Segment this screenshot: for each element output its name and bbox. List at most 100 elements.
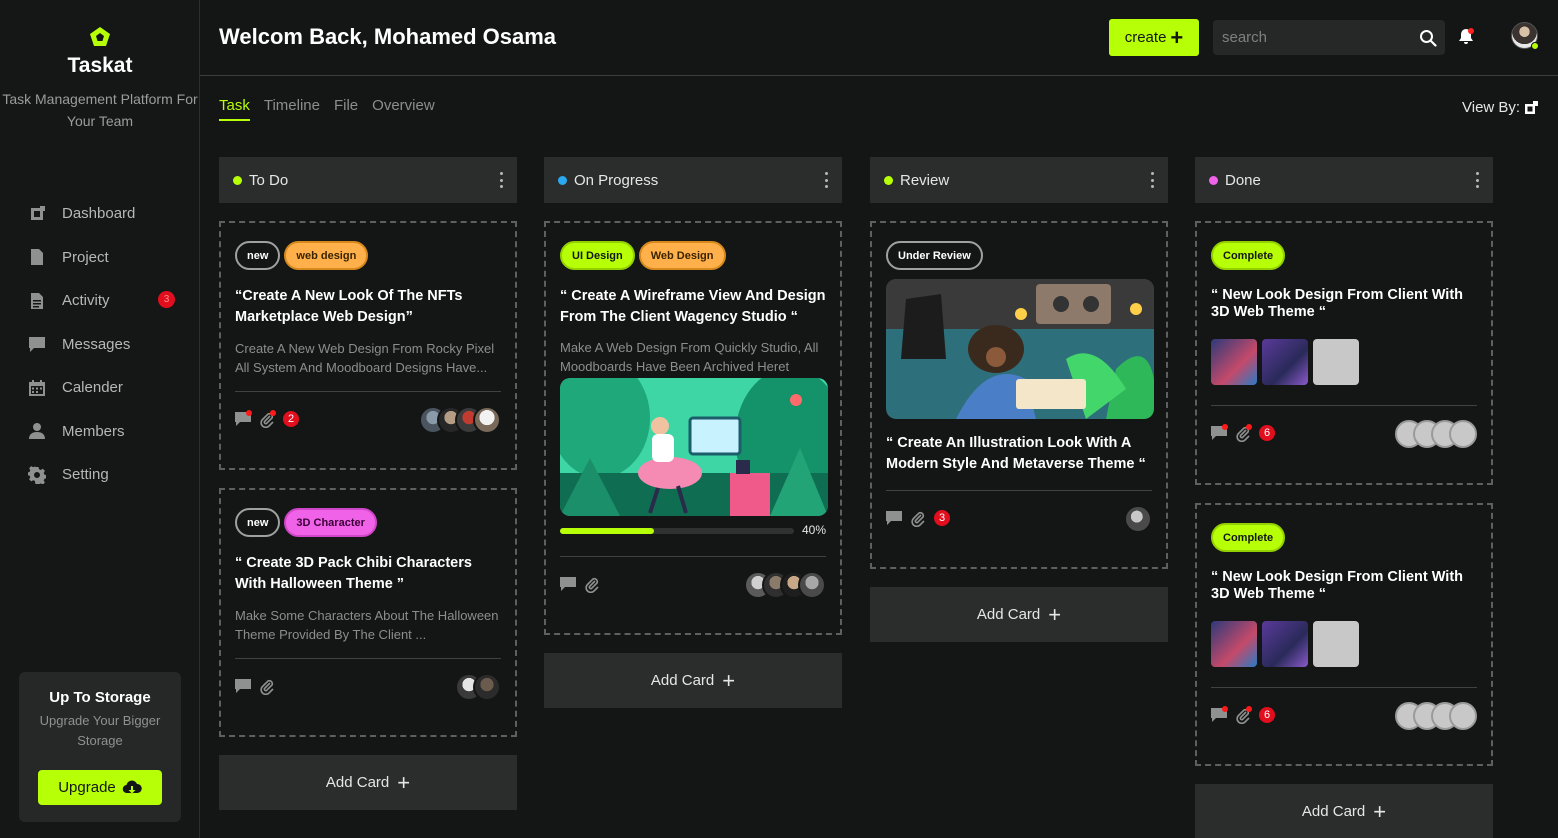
plus-icon: + <box>1373 798 1387 824</box>
attachment-thumbnails <box>1211 621 1477 667</box>
task-card[interactable]: UI Design Web Design “ Create A Wirefram… <box>544 221 842 635</box>
card-description: Make A Web Design From Quickly Studio, A… <box>560 340 819 374</box>
calendar-icon <box>29 379 45 396</box>
avatar[interactable] <box>473 673 501 701</box>
card-footer <box>560 557 826 611</box>
thumbnail-placeholder[interactable] <box>1313 621 1359 667</box>
card-footer: 2 <box>235 392 501 446</box>
notification-dot <box>1468 28 1474 34</box>
sidebar-item-members[interactable]: Members <box>0 410 200 454</box>
thumbnail-placeholder[interactable] <box>1313 339 1359 385</box>
wireframe-illustration-image <box>560 378 828 516</box>
sidebar-item-label: Members <box>62 422 125 440</box>
column-title: Done <box>1225 171 1261 189</box>
task-card[interactable]: Complete “ New Look Design From Client W… <box>1195 221 1493 485</box>
card-title: “ Create 3D Pack Chibi Characters With H… <box>235 555 472 592</box>
tag-3d-character: 3D Character <box>284 508 377 537</box>
comment-icon[interactable] <box>886 511 902 526</box>
count-badge: 2 <box>283 411 299 427</box>
comment-icon[interactable] <box>235 679 251 694</box>
attachment-thumbnails <box>1211 339 1477 385</box>
status-dot <box>1209 175 1218 185</box>
tab-file[interactable]: File <box>334 97 358 121</box>
tag-list: Complete <box>1211 241 1477 270</box>
avatar[interactable] <box>1124 505 1152 533</box>
sidebar-item-label: Calender <box>62 379 123 397</box>
more-options-icon[interactable] <box>1471 171 1483 189</box>
sidebar-item-messages[interactable]: Messages <box>0 323 200 367</box>
paperclip-icon[interactable] <box>260 679 275 695</box>
paperclip-icon[interactable] <box>911 511 926 527</box>
count-badge: 3 <box>934 510 950 526</box>
pentagon-logo-icon <box>90 27 110 46</box>
tab-overview[interactable]: Overview <box>372 97 435 121</box>
task-card[interactable]: new web design “Create A New Look Of The… <box>219 221 517 470</box>
tag-ui-design: UI Design <box>560 241 635 270</box>
card-footer: 6 <box>1211 406 1477 460</box>
more-options-icon[interactable] <box>495 171 507 189</box>
sidebar-item-dashboard[interactable]: Dashboard <box>0 192 200 236</box>
thumbnail-image[interactable] <box>1211 621 1257 667</box>
add-card-button[interactable]: Add Card + <box>544 653 842 708</box>
avatar[interactable] <box>1449 420 1477 448</box>
user-icon <box>29 423 45 440</box>
tag-web-design: web design <box>284 241 369 270</box>
column-header-todo: To Do <box>219 157 517 203</box>
sidebar-item-activity[interactable]: Activity 3 <box>0 279 200 323</box>
plus-icon: + <box>397 769 411 795</box>
thumbnail-image[interactable] <box>1211 339 1257 385</box>
comment-dot <box>1222 424 1228 430</box>
view-by-toggle[interactable]: View By: <box>1462 99 1539 116</box>
tag-complete: Complete <box>1211 523 1286 552</box>
comment-icon[interactable] <box>560 577 576 592</box>
avatar[interactable] <box>473 406 501 434</box>
sidebar-item-setting[interactable]: Setting <box>0 453 200 497</box>
plus-icon: + <box>1170 24 1184 50</box>
card-footer: 3 <box>886 491 1152 545</box>
welcome-title: Welcom Back, Mohamed Osama <box>219 24 557 49</box>
sidebar-item-calender[interactable]: Calender <box>0 366 200 410</box>
tab-task[interactable]: Task <box>219 97 250 121</box>
thumbnail-image[interactable] <box>1262 621 1308 667</box>
top-header: Welcom Back, Mohamed Osama create + <box>200 0 1558 76</box>
add-card-button[interactable]: Add Card + <box>870 587 1168 642</box>
create-button[interactable]: create + <box>1109 19 1199 56</box>
online-status-dot <box>1531 42 1539 50</box>
member-avatars <box>1124 505 1152 533</box>
sidebar-item-label: Dashboard <box>62 205 136 223</box>
add-card-label: Add Card <box>650 672 715 689</box>
moon-icon[interactable] <box>1485 28 1501 44</box>
thumbnail-image[interactable] <box>1262 339 1308 385</box>
search-input[interactable] <box>1213 20 1418 55</box>
add-card-button[interactable]: Add Card + <box>219 755 517 810</box>
column-title: Review <box>900 171 950 189</box>
status-dot <box>558 175 567 185</box>
brand: Taskat Task Management Platform For Your… <box>0 26 200 132</box>
tab-timeline[interactable]: Timeline <box>264 97 320 121</box>
tag-new: new <box>235 241 281 270</box>
search-icon[interactable] <box>1419 29 1437 47</box>
card-title: “ Create A Wireframe View And Design Fro… <box>560 288 826 325</box>
task-card[interactable]: new 3D Character “ Create 3D Pack Chibi … <box>219 488 517 737</box>
task-card[interactable]: Complete “ New Look Design From Client W… <box>1195 503 1493 766</box>
dashboard-icon <box>31 205 45 220</box>
storage-title: Up To Storage <box>49 689 151 706</box>
task-card[interactable]: Under Review “ Create An Illustration Lo… <box>870 221 1168 569</box>
sidebar-item-project[interactable]: Project <box>0 236 200 280</box>
upgrade-button-label: Upgrade <box>58 779 116 796</box>
progress-label: 40% <box>801 523 826 537</box>
tag-list: new 3D Character <box>235 508 501 537</box>
card-footer <box>235 659 501 713</box>
avatar[interactable] <box>798 571 826 599</box>
avatar[interactable] <box>1449 702 1477 730</box>
activity-icon <box>31 292 43 309</box>
paperclip-icon[interactable] <box>585 577 600 593</box>
more-options-icon[interactable] <box>820 171 832 189</box>
tag-new: new <box>235 508 281 537</box>
more-options-icon[interactable] <box>1146 171 1158 189</box>
column-header-on-progress: On Progress <box>544 157 842 203</box>
column-header-review: Review <box>870 157 1168 203</box>
add-card-button[interactable]: Add Card + <box>1195 784 1493 838</box>
sidebar-item-label: Activity <box>62 292 110 310</box>
upgrade-button[interactable]: Upgrade <box>38 770 162 805</box>
